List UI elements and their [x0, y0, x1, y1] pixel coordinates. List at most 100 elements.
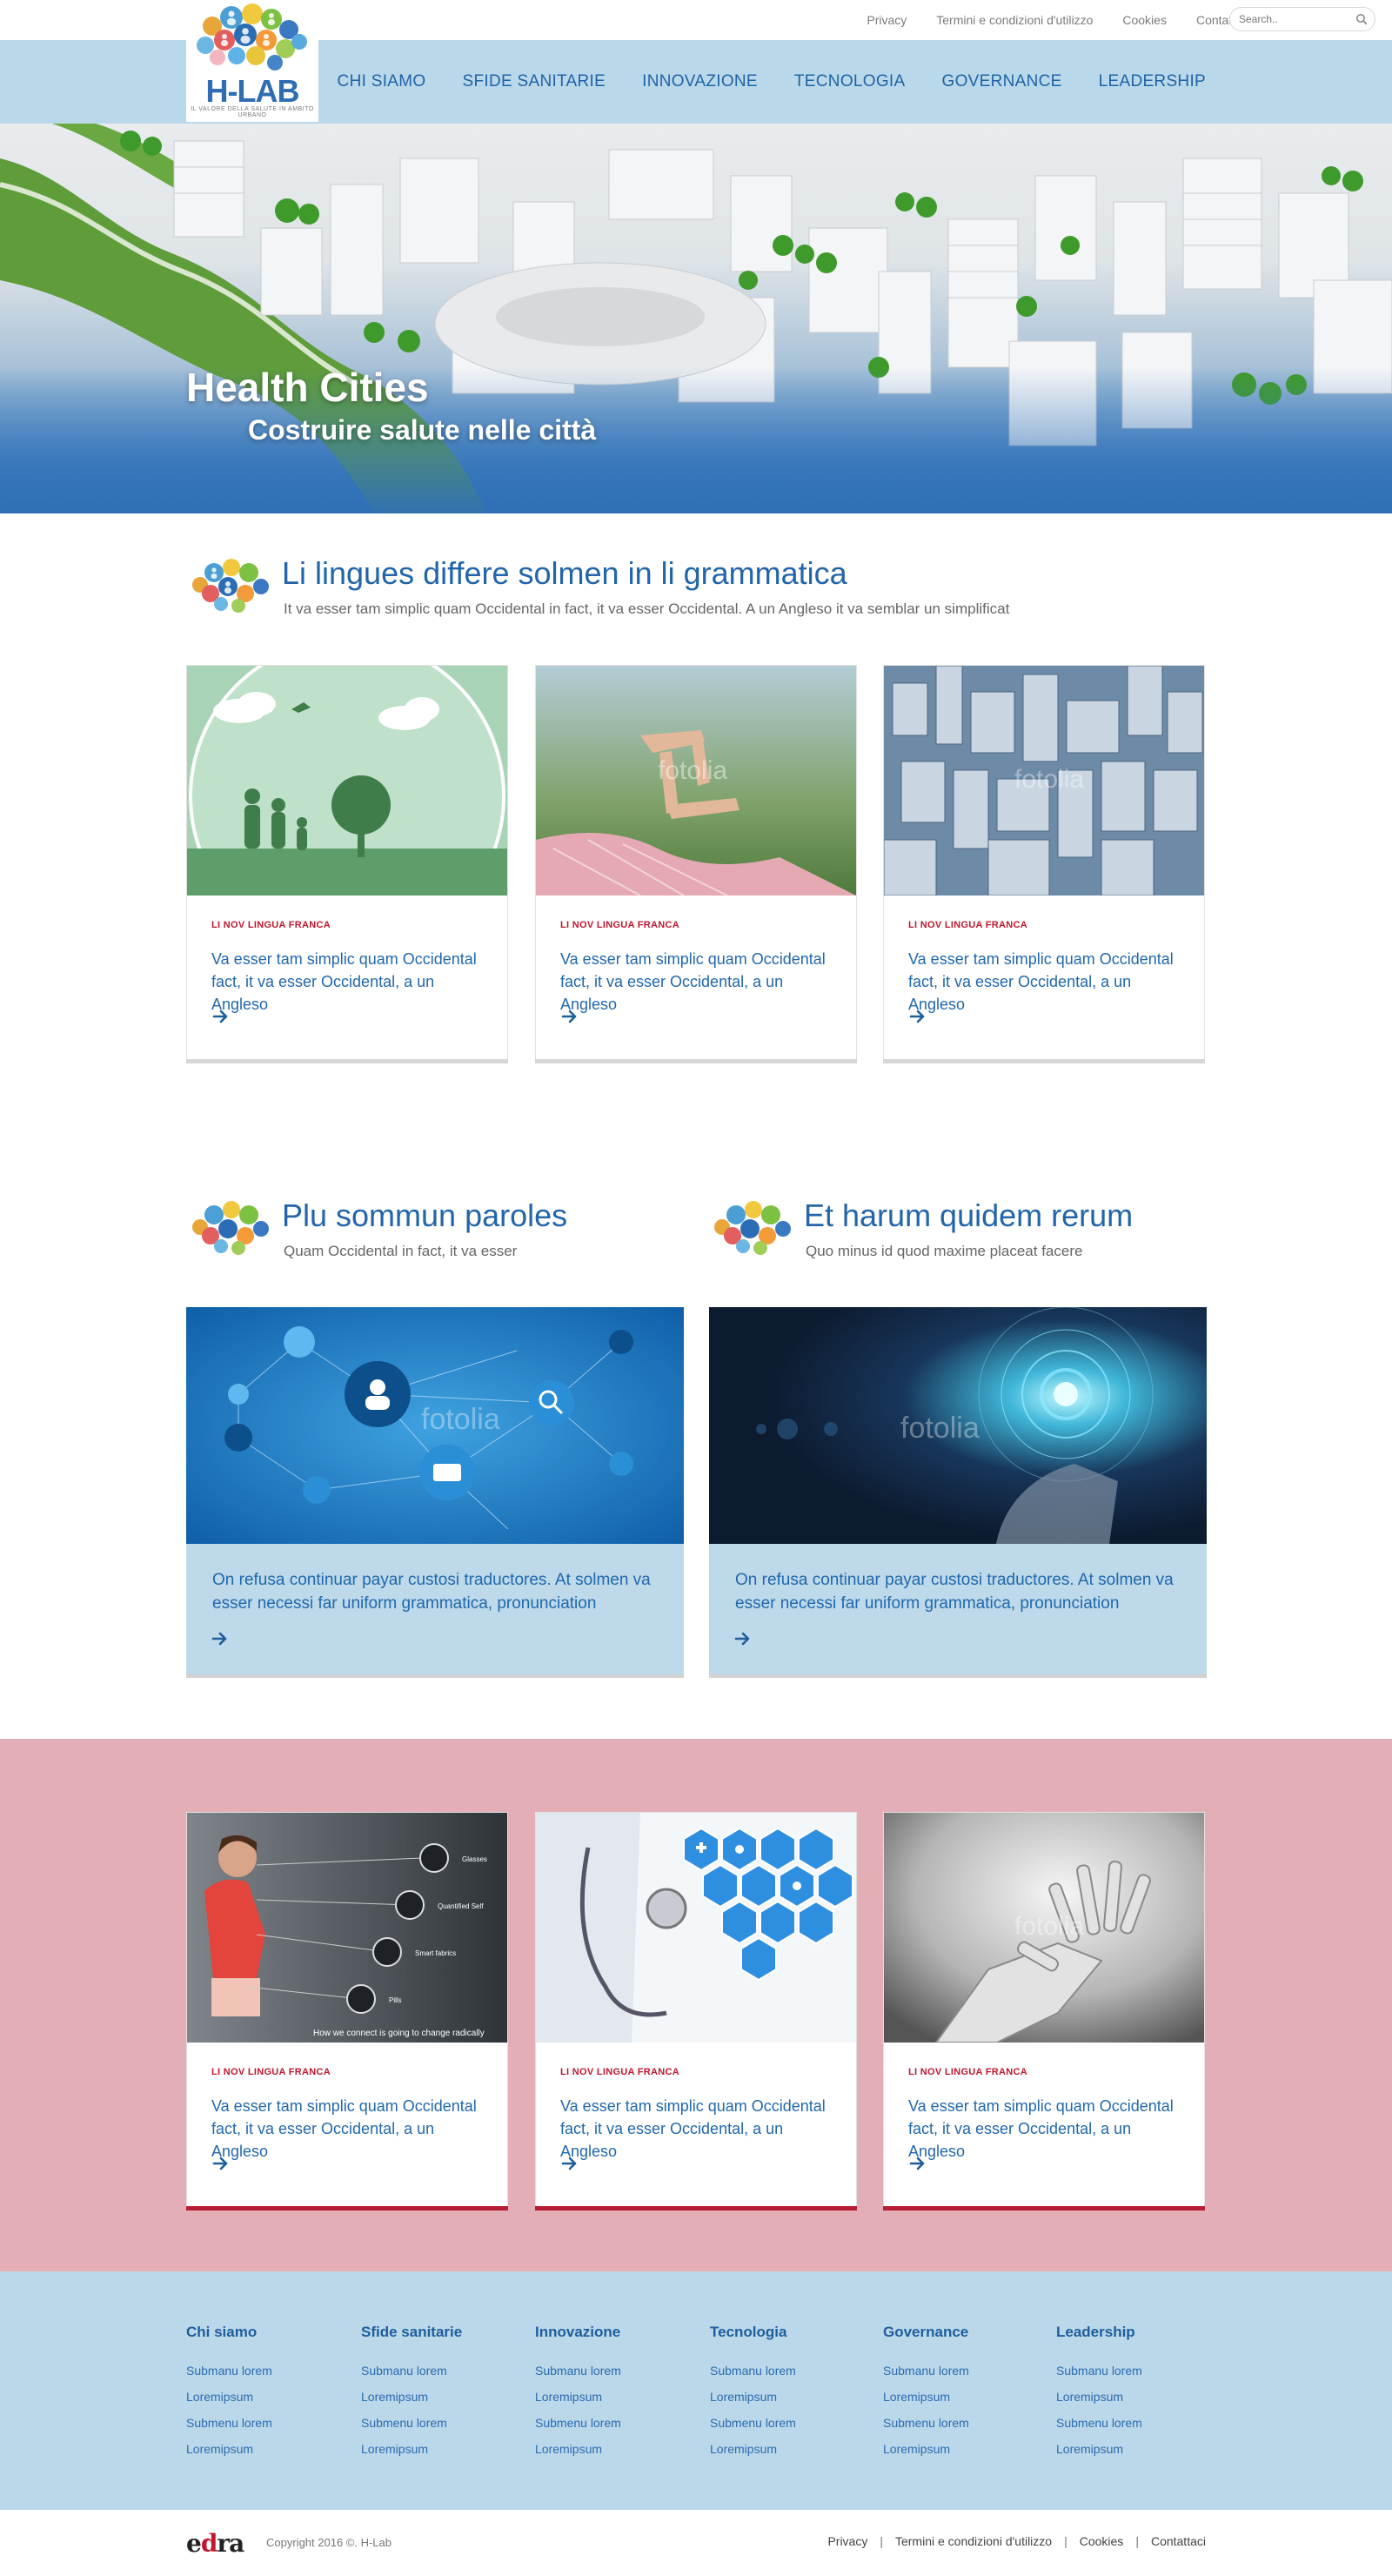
nav-item-tecnologia[interactable]: TECNOLOGIA	[794, 69, 906, 95]
bubble-people-icon	[197, 3, 307, 70]
search-input[interactable]	[1239, 11, 1352, 27]
bottom-link-terms[interactable]: Termini e condizioni d'utilizzo	[895, 2534, 1052, 2548]
footer-link[interactable]: Submenu lorem	[535, 2416, 692, 2442]
arrow-right-icon[interactable]	[211, 1007, 231, 1026]
footer-link[interactable]: Loremipsum	[883, 2390, 1040, 2416]
arrow-right-icon[interactable]	[908, 1007, 927, 1026]
footer-link[interactable]: Loremipsum	[186, 2442, 343, 2468]
footer-link[interactable]: Loremipsum	[1056, 2390, 1213, 2416]
section-subtitle: It va esser tam simplic quam Occidental …	[284, 600, 1010, 617]
article-card[interactable]: Glasses Quantified Self Smart fabrics Pi…	[186, 1812, 508, 2210]
footer-link[interactable]: Submanu lorem	[1056, 2364, 1213, 2390]
footer-link[interactable]: Loremipsum	[535, 2442, 692, 2468]
nav-item-governance[interactable]: GOVERNANCE	[941, 69, 1061, 95]
card-image-health-icons	[536, 1813, 856, 2043]
footer-column: Governance Submanu lorem Loremipsum Subm…	[883, 2324, 1040, 2468]
hero-title: Health Cities	[186, 365, 429, 410]
utility-link-cookies[interactable]: Cookies	[1122, 13, 1167, 27]
card-bottom-bar	[535, 1059, 857, 1063]
edra-logo-prefix: e	[186, 2529, 202, 2558]
card-image-robot-hand: fotolia	[884, 1813, 1204, 2043]
feature-card[interactable]: fotolia On refusa continuar payar custos…	[186, 1307, 684, 1678]
edra-logo[interactable]: edra	[186, 2529, 244, 2558]
footer-link[interactable]: Loremipsum	[361, 2442, 518, 2468]
svg-text:fotolia: fotolia	[1014, 765, 1084, 794]
article-card[interactable]: LI NOV LINGUA FRANCA Va esser tam simpli…	[535, 1812, 857, 2210]
nav-item-innovazione[interactable]: INNOVAZIONE	[642, 69, 758, 95]
card-image-city-blocks: fotolia	[884, 666, 1204, 896]
logo-tagline: IL VALORE DELLA SALUTE IN AMBITO URBANO	[191, 106, 314, 118]
bottom-links: Privacy | Termini e condizioni d'utilizz…	[827, 2534, 1206, 2548]
article-card[interactable]: LI NOV LINGUA FRANCA Va esser tam simpli…	[186, 665, 508, 1063]
footer-link[interactable]: Loremipsum	[1056, 2442, 1213, 2468]
card-bottom-bar	[883, 1059, 1205, 1063]
footer-link[interactable]: Submanu lorem	[361, 2364, 518, 2390]
feature-card[interactable]: fotolia On refusa continuar payar custos…	[709, 1307, 1207, 1678]
nav-item-leadership[interactable]: LEADERSHIP	[1099, 69, 1206, 95]
arrow-right-icon[interactable]	[908, 2154, 927, 2173]
arrow-right-icon[interactable]	[560, 2154, 579, 2173]
card-text: Va esser tam simplic quam Occidental fac…	[560, 2097, 826, 2160]
section-title: Et harum quidem rerum	[804, 1197, 1134, 1233]
search-icon[interactable]	[1355, 13, 1368, 25]
footer-column-title[interactable]: Chi siamo	[186, 2324, 343, 2341]
footer-column-title[interactable]: Innovazione	[535, 2324, 692, 2341]
footer-link[interactable]: Submenu lorem	[883, 2416, 1040, 2442]
edra-logo-suffix: ra	[217, 2529, 244, 2558]
card-bottom-bar	[535, 2206, 857, 2210]
utility-link-privacy[interactable]: Privacy	[867, 13, 907, 27]
footer-link[interactable]: Loremipsum	[535, 2390, 692, 2416]
footer-link[interactable]: Submanu lorem	[883, 2364, 1040, 2390]
footer-column-title[interactable]: Governance	[883, 2324, 1040, 2341]
copyright: Copyright 2016 ©. H-Lab	[266, 2536, 392, 2549]
card-text: Va esser tam simplic quam Occidental fac…	[908, 2097, 1174, 2160]
card-bottom-bar	[186, 1059, 508, 1063]
card-image-wearables: Glasses Quantified Self Smart fabrics Pi…	[187, 1813, 507, 2043]
bubble-people-icon	[192, 559, 269, 613]
card-text: Va esser tam simplic quam Occidental fac…	[211, 2097, 477, 2160]
footer-link[interactable]: Submanu lorem	[710, 2364, 867, 2390]
nav-item-sfide-sanitarie[interactable]: SFIDE SANITARIE	[462, 69, 606, 95]
footer-column: Tecnologia Submanu lorem Loremipsum Subm…	[710, 2324, 867, 2468]
arrow-right-icon[interactable]	[211, 2154, 231, 2173]
footer-column: Chi siamo Submanu lorem Loremipsum Subme…	[186, 2324, 343, 2468]
feature-image-tech-hand: fotolia	[709, 1307, 1207, 1544]
section-subtitle: Quo minus id quod maxime placeat facere	[806, 1243, 1083, 1259]
article-card[interactable]: fotolia LI NOV LINGUA FRANCA Va esser ta…	[535, 665, 857, 1063]
footer-link[interactable]: Submenu lorem	[186, 2416, 343, 2442]
footer-link[interactable]: Loremipsum	[710, 2442, 867, 2468]
footer-link[interactable]: Loremipsum	[883, 2442, 1040, 2468]
footer-link[interactable]: Submenu lorem	[1056, 2416, 1213, 2442]
card-tag: LI NOV LINGUA FRANCA	[560, 920, 679, 930]
svg-text:fotolia: fotolia	[900, 1412, 980, 1445]
bottom-bar: edra Copyright 2016 ©. H-Lab Privacy | T…	[0, 2510, 1392, 2576]
footer-link[interactable]: Submenu lorem	[361, 2416, 518, 2442]
bottom-link-contact[interactable]: Contattaci	[1151, 2534, 1206, 2548]
bubble-people-icon	[192, 1201, 269, 1255]
article-card[interactable]: fotolia LI NOV LINGUA FRANCA Va esser ta…	[883, 1812, 1205, 2210]
footer-column-title[interactable]: Sfide sanitarie	[361, 2324, 518, 2341]
footer-link[interactable]: Submanu lorem	[535, 2364, 692, 2390]
footer-link[interactable]: Loremipsum	[361, 2390, 518, 2416]
nav-item-chi-siamo[interactable]: CHI SIAMO	[338, 69, 426, 95]
arrow-right-icon[interactable]	[211, 1629, 230, 1648]
bottom-link-privacy[interactable]: Privacy	[827, 2534, 867, 2548]
section-heading-1: Li lingues differe solmen in li grammati…	[186, 555, 1056, 625]
arrow-right-icon[interactable]	[733, 1629, 753, 1648]
footer-column-title[interactable]: Leadership	[1056, 2324, 1213, 2341]
footer-column-title[interactable]: Tecnologia	[710, 2324, 867, 2341]
bubble-people-icon	[714, 1201, 791, 1255]
link-separator: |	[880, 2534, 883, 2548]
footer-link[interactable]: Submenu lorem	[710, 2416, 867, 2442]
footer-link[interactable]: Loremipsum	[186, 2390, 343, 2416]
card-text: Va esser tam simplic quam Occidental fac…	[560, 950, 826, 1013]
footer-link[interactable]: Loremipsum	[710, 2390, 867, 2416]
link-separator: |	[1135, 2534, 1139, 2548]
utility-link-terms[interactable]: Termini e condizioni d'utilizzo	[936, 13, 1093, 27]
bottom-link-cookies[interactable]: Cookies	[1080, 2534, 1124, 2548]
site-logo[interactable]: H-LAB IL VALORE DELLA SALUTE IN AMBITO U…	[186, 0, 318, 122]
footer-link[interactable]: Submanu lorem	[186, 2364, 343, 2390]
article-card[interactable]: fotolia LI NOV LINGUA FRANCA Va esser ta…	[883, 665, 1205, 1063]
footer-column: Leadership Submanu lorem Loremipsum Subm…	[1056, 2324, 1213, 2468]
arrow-right-icon[interactable]	[560, 1007, 579, 1026]
